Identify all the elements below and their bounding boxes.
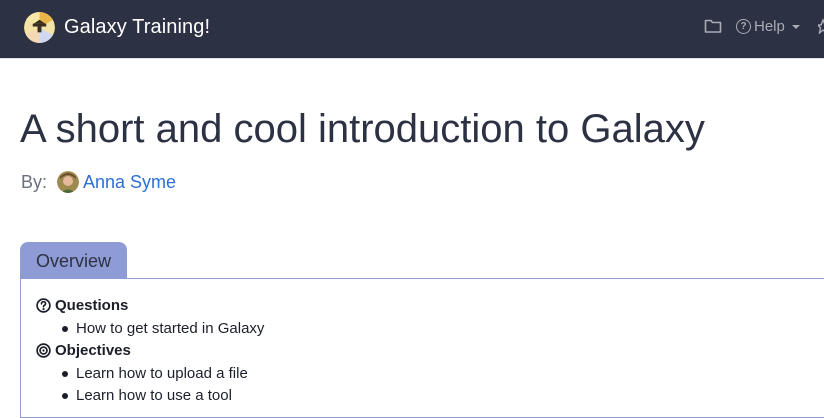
galaxy-logo-icon <box>24 11 55 43</box>
questions-heading: Questions <box>36 297 128 314</box>
questions-label: Questions <box>55 297 129 314</box>
question-circle-icon <box>36 298 51 313</box>
objective-text: Learn how to use a tool <box>76 387 232 404</box>
objectives-heading: Objectives <box>36 342 131 359</box>
list-item: Learn how to upload a file <box>62 365 248 382</box>
bullet <box>62 392 68 399</box>
bullseye-icon <box>36 343 51 358</box>
tab-overview[interactable]: Overview <box>20 242 127 279</box>
by-label: By: <box>21 171 48 192</box>
top-navbar: Galaxy Training! ? Help <box>0 0 824 59</box>
list-item: Learn how to use a tool <box>62 387 232 404</box>
objectives-label: Objectives <box>55 342 131 359</box>
star-icon[interactable] <box>818 18 824 34</box>
overview-panel: Questions How to get started in Galaxy O… <box>20 278 824 418</box>
page-title: A short and cool introduction to Galaxy <box>20 107 705 151</box>
bullet <box>62 370 68 377</box>
list-item: How to get started in Galaxy <box>62 320 264 337</box>
bullet <box>62 325 68 332</box>
objective-text: Learn how to upload a file <box>76 365 248 382</box>
caret-down-icon <box>791 24 800 29</box>
help-label: Help <box>754 17 785 35</box>
brand-link[interactable]: Galaxy Training! <box>24 11 210 43</box>
author-link[interactable]: Anna Syme <box>83 172 176 193</box>
question-text: How to get started in Galaxy <box>76 320 265 337</box>
brand-title: Galaxy Training! <box>64 15 211 38</box>
folder-icon[interactable] <box>704 18 722 34</box>
author-avatar[interactable] <box>57 171 80 193</box>
help-menu-button[interactable]: ? Help <box>736 17 800 35</box>
question-circle-icon: ? <box>736 18 751 34</box>
byline: By: Anna Syme <box>21 170 176 194</box>
